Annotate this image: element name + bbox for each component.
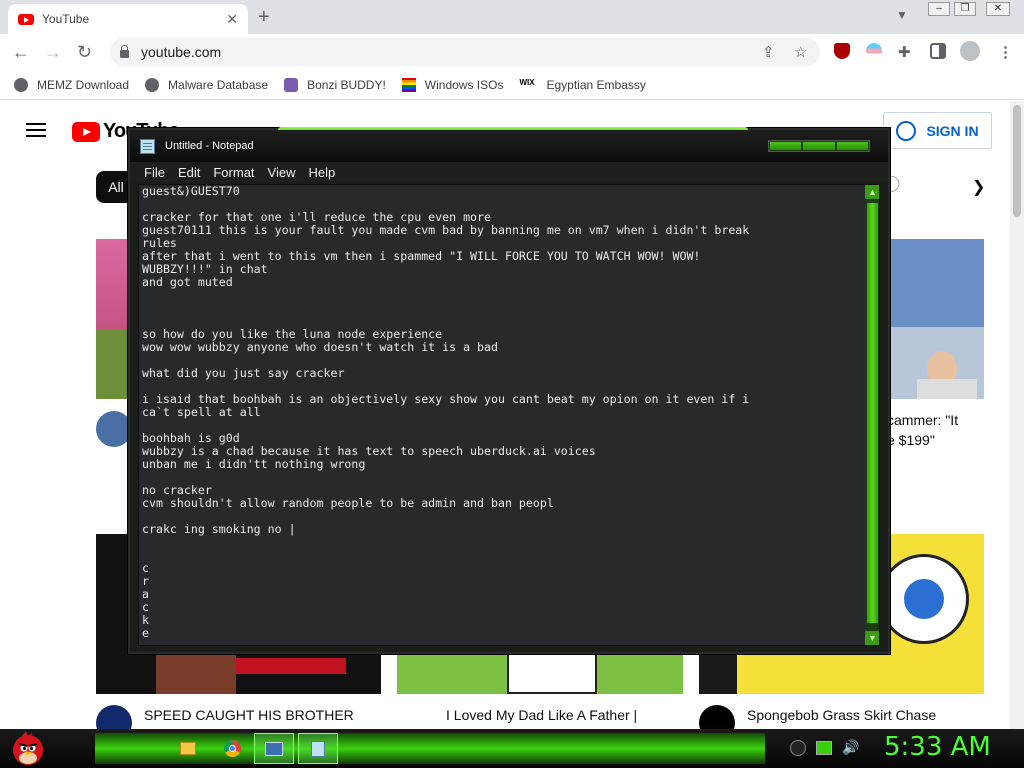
sign-in-button[interactable]: SIGN IN <box>883 112 992 149</box>
close-button[interactable] <box>836 142 868 150</box>
back-button[interactable]: ← <box>12 42 30 63</box>
profile-avatar-icon[interactable] <box>960 41 980 61</box>
globe-icon <box>14 77 28 92</box>
channel-avatar[interactable] <box>699 705 735 729</box>
system-tray: 🔊 <box>790 739 859 756</box>
wix-icon: WIX <box>519 77 535 87</box>
video-title[interactable]: I Loved My Dad Like A Father | <box>446 707 637 723</box>
tab-youtube[interactable]: YouTube ✕ <box>8 4 248 34</box>
bookmark-bonzi-buddy[interactable]: Bonzi BUDDY! <box>284 77 386 92</box>
angry-bird-icon <box>13 731 43 765</box>
scroll-up-arrow-icon[interactable]: ▲ <box>865 185 879 199</box>
share-icon[interactable]: ⇪ <box>762 43 775 61</box>
scroll-down-arrow-icon[interactable]: ▼ <box>865 631 879 645</box>
bookmark-malware-database[interactable]: Malware Database <box>145 77 268 92</box>
menu-view[interactable]: View <box>268 165 296 180</box>
bonzi-icon <box>284 77 299 92</box>
show-hidden-icons-icon[interactable] <box>790 739 806 756</box>
menu-format[interactable]: Format <box>213 165 254 180</box>
taskbar-display-button[interactable] <box>254 733 294 764</box>
notepad-text[interactable]: guest&)GUEST70 cracker for that one i'll… <box>142 185 862 640</box>
close-icon[interactable]: ✕ <box>226 11 238 28</box>
monitor-icon <box>265 741 283 756</box>
window-title: Untitled - Notepad <box>165 140 254 152</box>
chrome-icon <box>223 740 241 757</box>
taskbar-explorer-button[interactable] <box>168 733 208 764</box>
folder-icon <box>180 742 196 755</box>
puzzle-icon[interactable]: ✚ <box>898 43 911 61</box>
notepad-icon <box>311 740 325 757</box>
minimize-button[interactable] <box>770 142 802 150</box>
scrollbar-thumb[interactable] <box>867 203 878 623</box>
tab-title: YouTube <box>42 12 90 26</box>
notepad-scrollbar[interactable]: ▲ ▼ <box>865 185 879 645</box>
page-scrollbar[interactable] <box>1010 101 1024 729</box>
hamburger-menu-icon[interactable] <box>26 123 46 137</box>
browser-tabstrip: YouTube ✕ + ▼ – ❐ ✕ <box>0 0 1024 34</box>
video-title[interactable]: Spongebob Grass Skirt Chase <box>747 707 936 723</box>
globe-icon <box>145 77 160 92</box>
notepad-window[interactable]: Untitled - Notepad File Edit Format View… <box>128 127 890 654</box>
notepad-titlebar[interactable]: Untitled - Notepad <box>130 130 888 162</box>
network-icon[interactable] <box>816 740 832 755</box>
bookmark-windows-isos[interactable]: Windows ISOs <box>401 77 503 92</box>
scrollbar-thumb[interactable] <box>1013 105 1021 217</box>
taskbar-notepad-button[interactable] <box>298 733 338 764</box>
video-title[interactable]: SPEED CAUGHT HIS BROTHER <box>144 707 354 723</box>
chevron-right-icon[interactable]: ❯ <box>972 177 985 197</box>
youtube-favicon-icon <box>18 13 34 25</box>
forward-button[interactable]: → <box>44 42 62 63</box>
start-button[interactable] <box>8 729 48 768</box>
channel-avatar[interactable] <box>96 411 132 447</box>
menu-edit[interactable]: Edit <box>178 165 200 180</box>
menu-help[interactable]: Help <box>308 165 335 180</box>
notepad-text-area[interactable]: guest&)GUEST70 cracker for that one i'll… <box>138 184 880 646</box>
ublock-extension-icon[interactable] <box>834 43 850 59</box>
address-bar[interactable]: youtube.com <box>110 38 820 66</box>
reload-button[interactable]: ↻ <box>77 42 92 63</box>
volume-icon[interactable]: 🔊 <box>842 739 859 756</box>
url-text: youtube.com <box>141 44 222 60</box>
kebab-menu-icon[interactable]: ⋮ <box>998 43 1013 61</box>
channel-avatar[interactable] <box>96 705 132 729</box>
chevron-down-icon[interactable]: ▼ <box>896 8 908 22</box>
flag-extension-icon[interactable] <box>866 43 882 59</box>
windows-logo-icon <box>401 77 416 92</box>
notepad-icon <box>140 138 155 154</box>
maximize-button[interactable] <box>803 142 835 150</box>
taskbar-clock[interactable]: 5:33 AM <box>884 732 991 762</box>
youtube-play-icon <box>72 121 100 142</box>
video-thumbnail[interactable] <box>887 239 984 399</box>
account-icon <box>896 120 917 141</box>
taskbar-chrome-button[interactable] <box>212 733 252 764</box>
bookmark-memz[interactable]: MEMZ Download <box>14 77 129 92</box>
video-title-fragment[interactable]: e $199" <box>887 432 935 448</box>
minimize-button[interactable]: – <box>928 2 950 16</box>
window-close-button[interactable]: ✕ <box>986 2 1010 16</box>
bookmark-egyptian-embassy[interactable]: WIX Egyptian Embassy <box>519 78 645 92</box>
browser-toolbar: ← → ↻ youtube.com ⇪ ☆ ✚ ⋮ <box>0 34 1024 70</box>
lock-icon <box>120 45 129 58</box>
window-controls[interactable] <box>768 140 870 152</box>
bookmarks-bar: MEMZ Download Malware Database Bonzi BUD… <box>0 70 1024 100</box>
channel-avatar[interactable] <box>397 705 431 729</box>
star-icon[interactable]: ☆ <box>794 43 807 61</box>
side-panel-icon[interactable] <box>930 43 946 59</box>
maximize-button[interactable]: ❐ <box>954 2 976 16</box>
menu-file[interactable]: File <box>144 165 165 180</box>
video-title-fragment[interactable]: cammer: "It <box>887 412 958 428</box>
taskbar: 🔊 5:33 AM <box>0 729 1024 768</box>
new-tab-button[interactable]: + <box>258 6 270 29</box>
notepad-menubar: File Edit Format View Help <box>130 162 888 182</box>
